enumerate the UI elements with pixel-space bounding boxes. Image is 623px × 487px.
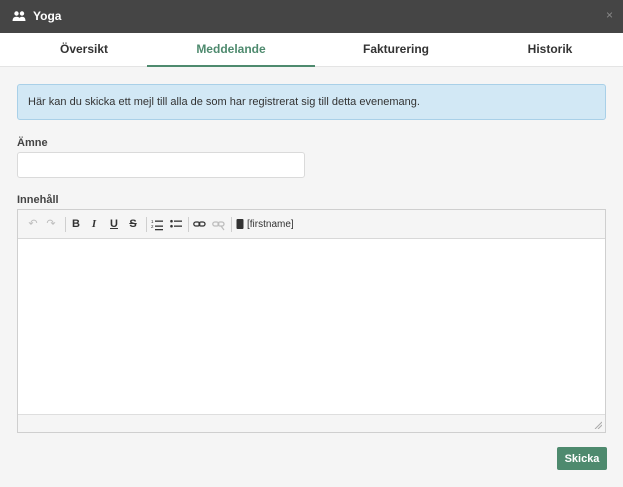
toolbar-divider xyxy=(146,217,147,232)
underline-icon[interactable]: U xyxy=(108,217,120,232)
editor-toolbar: ↶ ↷ B I U S 1 2 [firstname] xyxy=(18,210,605,239)
window-titlebar: Yoga × xyxy=(0,0,623,33)
subject-label: Ämne xyxy=(17,137,48,149)
tab-oversikt[interactable]: Översikt xyxy=(0,33,168,67)
rich-text-editor: ↶ ↷ B I U S 1 2 [firstname] xyxy=(17,209,606,433)
insert-firstname-button[interactable]: [firstname] xyxy=(247,217,294,232)
send-button[interactable]: Skicka xyxy=(557,447,607,470)
tab-meddelande[interactable]: Meddelande xyxy=(147,33,315,67)
italic-icon[interactable]: I xyxy=(88,217,100,232)
close-icon[interactable]: × xyxy=(606,8,613,22)
subject-input[interactable] xyxy=(17,152,305,178)
editor-statusbar xyxy=(18,414,605,432)
toolbar-divider xyxy=(231,217,232,232)
toolbar-divider xyxy=(188,217,189,232)
bold-icon[interactable]: B xyxy=(70,217,82,232)
window-title: Yoga xyxy=(33,9,62,23)
body-label: Innehåll xyxy=(17,194,59,206)
undo-icon[interactable]: ↶ xyxy=(27,217,39,232)
bullet-list-icon[interactable] xyxy=(170,217,182,232)
unlink-icon[interactable] xyxy=(212,217,225,232)
ordered-list-icon[interactable]: 1 2 xyxy=(151,217,163,232)
link-icon[interactable] xyxy=(193,217,206,232)
strikethrough-icon[interactable]: S xyxy=(127,217,139,232)
info-alert: Här kan du skicka ett mejl till alla de … xyxy=(17,84,606,120)
tab-fakturering[interactable]: Fakturering xyxy=(312,33,480,67)
tab-historik[interactable]: Historik xyxy=(466,33,623,67)
toolbar-divider xyxy=(65,217,66,232)
people-icon xyxy=(12,11,26,21)
resize-handle-icon[interactable] xyxy=(594,421,602,429)
editor-content-area[interactable] xyxy=(18,239,605,414)
tab-bar: Översikt Meddelande Fakturering Historik xyxy=(0,33,623,67)
book-icon[interactable] xyxy=(236,217,244,232)
svg-text:2: 2 xyxy=(151,224,154,229)
redo-icon[interactable]: ↷ xyxy=(45,217,57,232)
